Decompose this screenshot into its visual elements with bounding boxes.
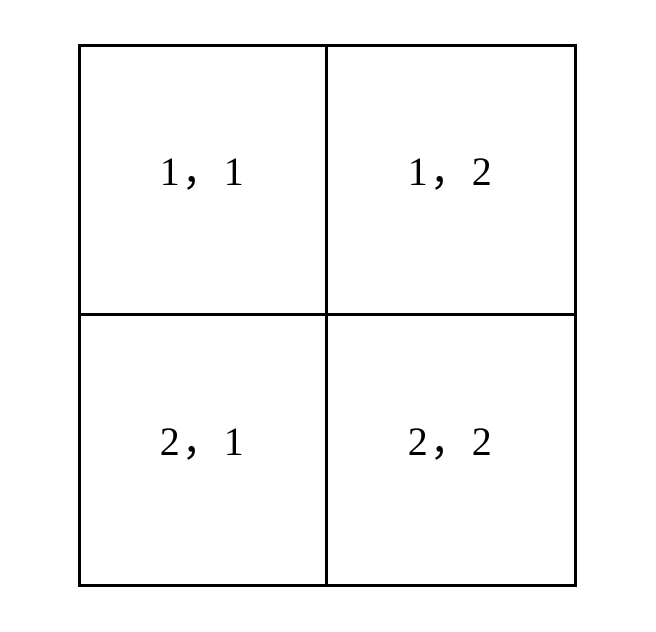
cell-label: 2，2 — [408, 409, 494, 467]
cell-label: 1，1 — [160, 139, 246, 197]
grid-cell-2-2: 2，2 — [328, 316, 575, 585]
cell-label: 1，2 — [408, 139, 494, 197]
grid-row-1: 1，1 1，2 — [81, 47, 574, 316]
grid-2x2: 1，1 1，2 2，1 2，2 — [78, 44, 577, 587]
grid-cell-1-2: 1，2 — [328, 47, 575, 313]
grid-cell-2-1: 2，1 — [81, 316, 328, 585]
grid-cell-1-1: 1，1 — [81, 47, 328, 313]
cell-label: 2，1 — [160, 409, 246, 467]
grid-row-2: 2，1 2，2 — [81, 316, 574, 585]
